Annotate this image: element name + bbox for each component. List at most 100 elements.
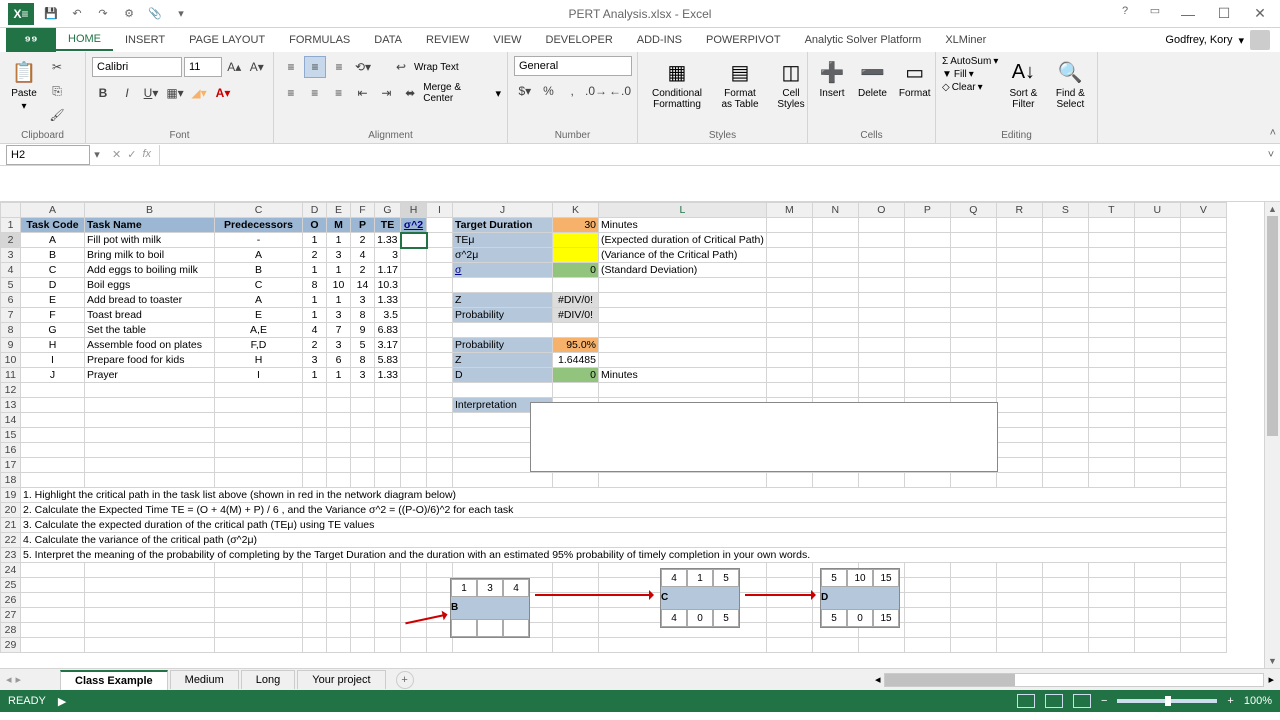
cell-E9[interactable]: 3 bbox=[327, 338, 351, 353]
cell-K2[interactable] bbox=[553, 233, 599, 248]
cell-V7[interactable] bbox=[1180, 308, 1226, 323]
cell-V11[interactable] bbox=[1180, 368, 1226, 383]
cell-N11[interactable] bbox=[812, 368, 858, 383]
cell-T3[interactable] bbox=[1088, 248, 1134, 263]
horizontal-scrollbar[interactable]: ◂ ▸ bbox=[875, 673, 1274, 687]
cell-G11[interactable]: 1.33 bbox=[375, 368, 401, 383]
find-select-button[interactable]: 🔍Find & Select bbox=[1048, 56, 1092, 112]
row-header-4[interactable]: 4 bbox=[1, 263, 21, 278]
percent-button[interactable]: % bbox=[538, 80, 560, 102]
cell-A26[interactable] bbox=[21, 593, 85, 608]
cell-O5[interactable] bbox=[858, 278, 904, 293]
cell-A16[interactable] bbox=[21, 443, 85, 458]
cell-N10[interactable] bbox=[812, 353, 858, 368]
cell-styles-button[interactable]: ◫Cell Styles bbox=[770, 56, 812, 112]
cell-A2[interactable]: A bbox=[21, 233, 85, 248]
cell-U25[interactable] bbox=[1134, 578, 1180, 593]
cell-Q1[interactable] bbox=[950, 218, 996, 233]
cell-J7[interactable]: Probability bbox=[453, 308, 553, 323]
cell-C27[interactable] bbox=[215, 608, 303, 623]
vertical-scrollbar[interactable]: ▲ ▼ bbox=[1264, 202, 1280, 668]
cell-A28[interactable] bbox=[21, 623, 85, 638]
cell-F27[interactable] bbox=[351, 608, 375, 623]
row-header-22[interactable]: 22 bbox=[1, 533, 21, 548]
cell-I9[interactable] bbox=[427, 338, 453, 353]
cell-F3[interactable]: 4 bbox=[351, 248, 375, 263]
cell-A9[interactable]: H bbox=[21, 338, 85, 353]
cell-J9[interactable]: Probability bbox=[453, 338, 553, 353]
cell-B4[interactable]: Add eggs to boiling milk bbox=[85, 263, 215, 278]
cell-S6[interactable] bbox=[1042, 293, 1088, 308]
cell-M12[interactable] bbox=[766, 383, 812, 398]
cell-U7[interactable] bbox=[1134, 308, 1180, 323]
cell-A5[interactable]: D bbox=[21, 278, 85, 293]
cell-N2[interactable] bbox=[812, 233, 858, 248]
cell-B17[interactable] bbox=[85, 458, 215, 473]
cell-O4[interactable] bbox=[858, 263, 904, 278]
align-center-button[interactable]: ≡ bbox=[304, 82, 326, 104]
format-painter-button[interactable]: 🖌 bbox=[46, 104, 68, 126]
cell-C3[interactable]: A bbox=[215, 248, 303, 263]
cell-C25[interactable] bbox=[215, 578, 303, 593]
cell-U29[interactable] bbox=[1134, 638, 1180, 653]
cell-K18[interactable] bbox=[553, 473, 599, 488]
row-header-26[interactable]: 26 bbox=[1, 593, 21, 608]
cell-A29[interactable] bbox=[21, 638, 85, 653]
cell-D13[interactable] bbox=[303, 398, 327, 413]
cell-H10[interactable] bbox=[401, 353, 427, 368]
cell-B28[interactable] bbox=[85, 623, 215, 638]
cell-N3[interactable] bbox=[812, 248, 858, 263]
cell-L1[interactable]: Minutes bbox=[599, 218, 767, 233]
qa-custom1-icon[interactable]: ⚙ bbox=[120, 5, 138, 23]
cell-T10[interactable] bbox=[1088, 353, 1134, 368]
cell-K6[interactable]: #DIV/0! bbox=[553, 293, 599, 308]
interpretation-textbox[interactable] bbox=[530, 402, 998, 472]
cell-A13[interactable] bbox=[21, 398, 85, 413]
cell-D18[interactable] bbox=[303, 473, 327, 488]
cell-K4[interactable]: 0 bbox=[553, 263, 599, 278]
cell-D27[interactable] bbox=[303, 608, 327, 623]
number-format-combo[interactable] bbox=[514, 56, 632, 76]
tab-formulas[interactable]: FORMULAS bbox=[277, 30, 362, 50]
cell-M5[interactable] bbox=[766, 278, 812, 293]
cell-D8[interactable]: 4 bbox=[303, 323, 327, 338]
cell-Q5[interactable] bbox=[950, 278, 996, 293]
cell-E10[interactable]: 6 bbox=[327, 353, 351, 368]
orientation-button[interactable]: ⟲▾ bbox=[352, 56, 374, 78]
clear-button[interactable]: ◇ Clear ▾ bbox=[942, 82, 998, 93]
cell-A11[interactable]: J bbox=[21, 368, 85, 383]
align-bottom-button[interactable]: ≡ bbox=[328, 56, 350, 78]
font-name-combo[interactable] bbox=[92, 57, 182, 77]
view-page-layout-button[interactable] bbox=[1045, 694, 1063, 708]
cell-A1[interactable]: Task Code bbox=[21, 218, 85, 233]
row-header-9[interactable]: 9 bbox=[1, 338, 21, 353]
cell-K7[interactable]: #DIV/0! bbox=[553, 308, 599, 323]
cell-A25[interactable] bbox=[21, 578, 85, 593]
cell-R16[interactable] bbox=[996, 443, 1042, 458]
cell-V15[interactable] bbox=[1180, 428, 1226, 443]
cell-K11[interactable]: 0 bbox=[553, 368, 599, 383]
cell-V27[interactable] bbox=[1180, 608, 1226, 623]
row-header-7[interactable]: 7 bbox=[1, 308, 21, 323]
cell-V17[interactable] bbox=[1180, 458, 1226, 473]
cell-R18[interactable] bbox=[996, 473, 1042, 488]
cell-U13[interactable] bbox=[1134, 398, 1180, 413]
cell-Q6[interactable] bbox=[950, 293, 996, 308]
cell-S12[interactable] bbox=[1042, 383, 1088, 398]
cell-C7[interactable]: E bbox=[215, 308, 303, 323]
cell-L5[interactable] bbox=[599, 278, 767, 293]
cell-O12[interactable] bbox=[858, 383, 904, 398]
cell-J6[interactable]: Z bbox=[453, 293, 553, 308]
cell-U6[interactable] bbox=[1134, 293, 1180, 308]
row-header-25[interactable]: 25 bbox=[1, 578, 21, 593]
cell-V29[interactable] bbox=[1180, 638, 1226, 653]
cell-G16[interactable] bbox=[375, 443, 401, 458]
cell-D9[interactable]: 2 bbox=[303, 338, 327, 353]
cell-I8[interactable] bbox=[427, 323, 453, 338]
tab-page-layout[interactable]: PAGE LAYOUT bbox=[177, 30, 277, 50]
cell-J12[interactable] bbox=[453, 383, 553, 398]
cell-D7[interactable]: 1 bbox=[303, 308, 327, 323]
col-header-F[interactable]: F bbox=[351, 203, 375, 218]
cell-F24[interactable] bbox=[351, 563, 375, 578]
cell-V14[interactable] bbox=[1180, 413, 1226, 428]
